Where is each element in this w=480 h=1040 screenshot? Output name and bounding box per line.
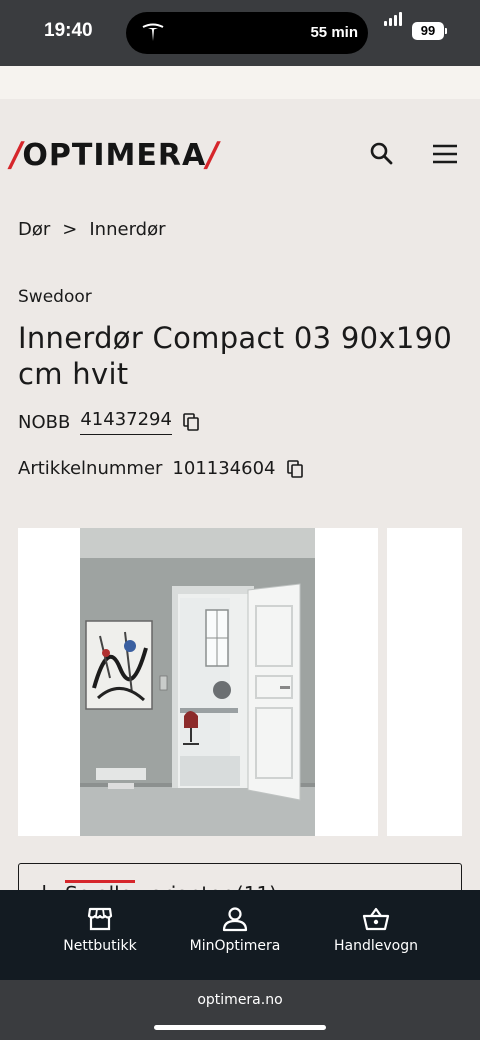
browser-top-strip — [0, 66, 480, 99]
status-time: 19:40 — [44, 20, 93, 41]
logo-word: OPTIMERA — [22, 137, 207, 173]
nobb-value[interactable]: 41437294 — [80, 409, 172, 435]
product-title: Innerdør Compact 03 90x190 cm hvit — [18, 321, 453, 391]
battery-tip — [445, 28, 447, 34]
nav-minoptimera[interactable]: MinOptimera — [175, 906, 295, 954]
browser-url-bar[interactable]: optimera.no — [0, 980, 480, 1040]
breadcrumb-item-innerdor[interactable]: Innerdør — [89, 219, 165, 240]
nav-label: Nettbutikk — [63, 938, 137, 954]
breadcrumb: Dør > Innerdør — [18, 219, 166, 240]
nav-label: Handlevogn — [334, 938, 418, 954]
tesla-icon — [142, 23, 164, 41]
status-bar: 19:40 55 min 99 — [0, 0, 480, 66]
battery-icon: 99 — [412, 22, 444, 40]
product-brand[interactable]: Swedoor — [18, 287, 92, 307]
nav-handlevogn[interactable]: Handlevogn — [316, 906, 436, 954]
nav-nettbutikk[interactable]: Nettbutikk — [40, 906, 160, 954]
store-icon — [87, 907, 113, 931]
copy-icon[interactable] — [182, 413, 200, 431]
breadcrumb-item-dor[interactable]: Dør — [18, 219, 50, 240]
nav-label: MinOptimera — [189, 938, 281, 954]
url-text[interactable]: optimera.no — [0, 992, 480, 1008]
dynamic-island[interactable]: 55 min — [126, 12, 368, 54]
product-image-card[interactable] — [18, 528, 378, 836]
next-image-card[interactable] — [387, 528, 462, 836]
copy-icon[interactable] — [286, 459, 304, 478]
activity-time: 55 min — [310, 24, 358, 41]
breadcrumb-separator: > — [62, 219, 78, 240]
nobb-label: NOBB — [18, 411, 71, 433]
bottom-nav: Nettbutikk MinOptimera Handlevogn — [0, 890, 480, 980]
user-icon — [222, 907, 248, 932]
optimera-logo[interactable]: / OPTIMERA / — [6, 135, 222, 175]
product-photo — [80, 528, 315, 836]
article-label: Artikkelnummer — [18, 458, 163, 479]
search-icon[interactable] — [368, 140, 396, 168]
nobb-row: NOBB 41437294 — [18, 409, 200, 435]
home-indicator[interactable] — [154, 1025, 326, 1030]
article-value: 101134604 — [172, 458, 276, 479]
menu-icon[interactable] — [430, 140, 460, 168]
article-row: Artikkelnummer 101134604 — [18, 458, 304, 479]
basket-icon — [362, 907, 390, 931]
